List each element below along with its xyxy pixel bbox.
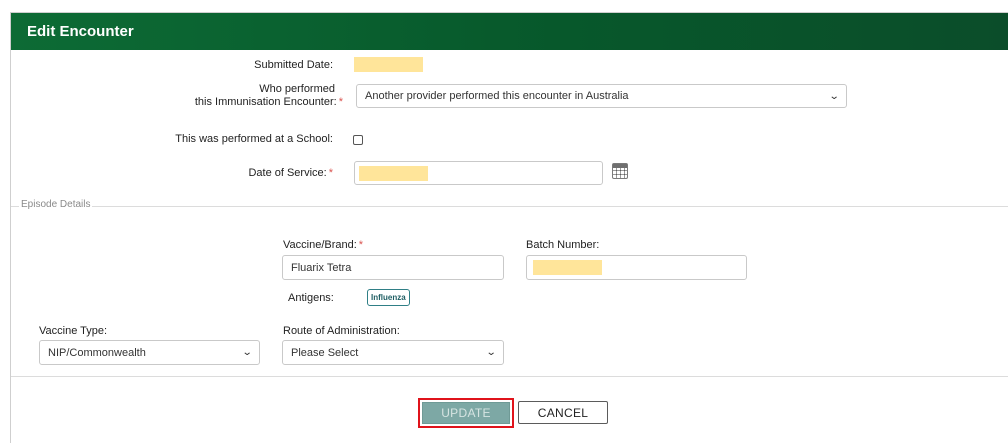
vaccine-type-select[interactable]: NIP/Commonwealth ⌄: [39, 340, 260, 365]
required-marker: *: [328, 167, 333, 179]
vaccine-type-selected-value: NIP/Commonwealth: [48, 346, 146, 359]
required-marker: *: [338, 96, 343, 108]
who-performed-label-line2: this Immunisation Encounter:: [194, 96, 337, 108]
chevron-down-icon: ⌄: [828, 90, 840, 102]
who-performed-label-line1: Who performed: [259, 83, 335, 95]
vaccine-type-label: Vaccine Type:: [39, 325, 108, 337]
vaccine-brand-label-text: Vaccine/Brand:: [283, 239, 357, 251]
calendar-icon-header: [613, 164, 627, 168]
vaccine-brand-label: Vaccine/Brand: *: [283, 239, 363, 251]
footer-divider: [11, 376, 1008, 377]
required-marker: *: [358, 239, 364, 251]
date-of-service-label-text: Date of Service:: [248, 167, 327, 179]
update-button[interactable]: UPDATE: [422, 402, 510, 424]
who-performed-select[interactable]: Another provider performed this encounte…: [356, 84, 847, 108]
school-label: This was performed at a School:: [175, 133, 333, 145]
who-performed-selected-value: Another provider performed this encounte…: [365, 90, 629, 102]
batch-number-value-redacted: [533, 260, 602, 275]
batch-number-label: Batch Number:: [526, 239, 600, 251]
route-select[interactable]: Please Select ⌄: [282, 340, 504, 365]
who-performed-label: Who performed this Immunisation Encounte…: [131, 83, 343, 109]
route-selected-value: Please Select: [291, 346, 359, 359]
date-of-service-label: Date of Service: *: [161, 167, 333, 180]
antigen-badge-influenza: Influenza: [367, 289, 410, 306]
vaccine-brand-value: Fluarix Tetra: [291, 261, 352, 274]
chevron-down-icon: ⌄: [485, 347, 497, 358]
vaccine-brand-input[interactable]: Fluarix Tetra: [282, 255, 504, 280]
submitted-date-value-redacted: [354, 57, 423, 72]
edit-encounter-panel: Edit Encounter Submitted Date: Who perfo…: [10, 12, 1008, 443]
episode-details-legend: Episode Details: [19, 199, 93, 210]
submitted-date-label: Submitted Date:: [254, 59, 333, 71]
date-of-service-value-redacted: [359, 165, 428, 181]
date-of-service-input[interactable]: [354, 161, 603, 185]
panel-header: Edit Encounter: [11, 13, 1008, 50]
route-label: Route of Administration:: [283, 325, 400, 337]
antigens-label: Antigens:: [288, 292, 334, 304]
batch-number-input[interactable]: [526, 255, 747, 280]
chevron-down-icon: ⌄: [241, 347, 253, 358]
panel-title: Edit Encounter: [27, 23, 134, 40]
calendar-icon[interactable]: [612, 163, 628, 179]
episode-details-divider: [11, 206, 1008, 207]
cancel-button[interactable]: CANCEL: [518, 401, 608, 424]
school-checkbox[interactable]: [353, 135, 363, 145]
